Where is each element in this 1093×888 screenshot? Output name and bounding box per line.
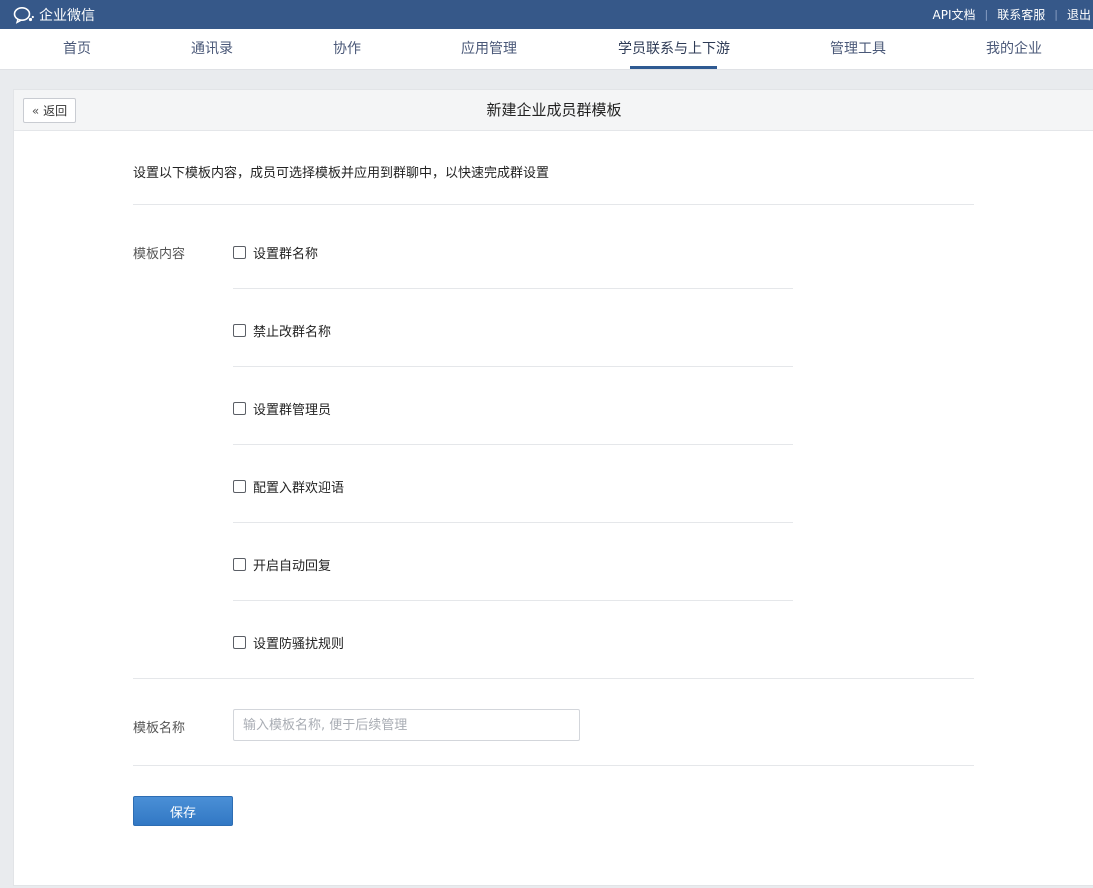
divider bbox=[133, 678, 974, 679]
template-name-label: 模板名称 bbox=[133, 721, 186, 736]
nav-active-indicator bbox=[630, 66, 717, 69]
option-divider bbox=[233, 600, 793, 601]
checkbox[interactable] bbox=[233, 324, 246, 337]
contact-support-link[interactable]: 联系客服 bbox=[997, 6, 1045, 23]
logout-link[interactable]: 退出 bbox=[1067, 6, 1091, 23]
option-welcome-message[interactable]: 配置入群欢迎语 bbox=[233, 477, 344, 496]
option-label: 开启自动回复 bbox=[253, 559, 332, 574]
main-nav: 首页 通讯录 协作 应用管理 学员联系与上下游 管理工具 我的企业 bbox=[0, 29, 1093, 70]
back-button[interactable]: « 返回 bbox=[23, 98, 76, 123]
brand[interactable]: 企业微信 bbox=[0, 5, 95, 25]
nav-item-collaboration[interactable]: 协作 bbox=[333, 29, 361, 69]
option-divider bbox=[233, 288, 793, 289]
top-link-divider: | bbox=[984, 8, 989, 21]
top-links: API文档 | 联系客服 | 退出 bbox=[933, 6, 1093, 23]
option-label: 设置群管理员 bbox=[253, 403, 332, 418]
top-bar: 企业微信 API文档 | 联系客服 | 退出 bbox=[0, 0, 1093, 29]
template-content-label: 模板内容 bbox=[133, 247, 186, 262]
nav-item-student-contacts[interactable]: 学员联系与上下游 bbox=[618, 29, 730, 69]
api-docs-link[interactable]: API文档 bbox=[933, 6, 976, 23]
template-name-input[interactable] bbox=[233, 709, 580, 741]
option-divider bbox=[233, 366, 793, 367]
option-label: 禁止改群名称 bbox=[253, 325, 332, 340]
divider bbox=[133, 204, 974, 205]
content-card: 新建企业成员群模板 « 返回 设置以下模板内容，成员可选择模板并应用到群聊中，以… bbox=[13, 89, 1093, 886]
option-set-group-name[interactable]: 设置群名称 bbox=[233, 243, 318, 262]
checkbox[interactable] bbox=[233, 480, 246, 493]
double-chevron-left-icon: « bbox=[31, 103, 40, 118]
option-anti-harassment[interactable]: 设置防骚扰规则 bbox=[233, 633, 344, 652]
divider bbox=[133, 765, 974, 766]
option-lock-group-name[interactable]: 禁止改群名称 bbox=[233, 321, 331, 340]
page-description: 设置以下模板内容，成员可选择模板并应用到群聊中，以快速完成群设置 bbox=[133, 166, 550, 181]
option-label: 设置防骚扰规则 bbox=[253, 637, 345, 652]
checkbox[interactable] bbox=[233, 558, 246, 571]
card-header: 新建企业成员群模板 « 返回 bbox=[14, 90, 1093, 131]
checkbox[interactable] bbox=[233, 636, 246, 649]
nav-item-my-company[interactable]: 我的企业 bbox=[986, 29, 1042, 69]
option-label: 配置入群欢迎语 bbox=[253, 481, 345, 496]
nav-item-management-tools[interactable]: 管理工具 bbox=[830, 29, 886, 69]
nav-item-app-management[interactable]: 应用管理 bbox=[461, 29, 517, 69]
option-divider bbox=[233, 444, 793, 445]
checkbox[interactable] bbox=[233, 246, 246, 259]
wecom-logo-icon bbox=[13, 6, 34, 24]
save-button[interactable]: 保存 bbox=[133, 796, 233, 826]
nav-item-contacts[interactable]: 通讯录 bbox=[191, 29, 233, 69]
back-button-label: 返回 bbox=[43, 104, 68, 118]
top-link-divider: | bbox=[1054, 8, 1058, 21]
page-title: 新建企业成员群模板 bbox=[486, 101, 622, 119]
option-auto-reply[interactable]: 开启自动回复 bbox=[233, 555, 331, 574]
option-label: 设置群名称 bbox=[253, 247, 319, 262]
option-set-group-admin[interactable]: 设置群管理员 bbox=[233, 399, 331, 418]
option-divider bbox=[233, 522, 793, 523]
brand-name: 企业微信 bbox=[39, 7, 95, 24]
nav-item-home[interactable]: 首页 bbox=[63, 29, 91, 69]
checkbox[interactable] bbox=[233, 402, 246, 415]
